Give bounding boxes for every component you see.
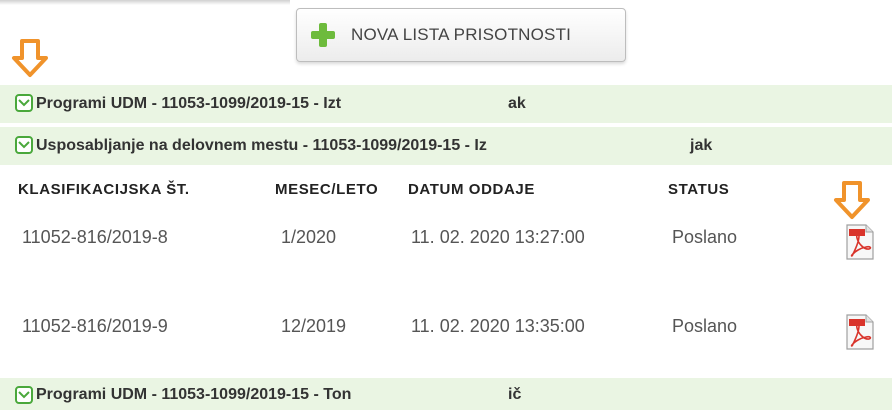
arrow-down-icon: [12, 39, 48, 77]
chevron-down-icon[interactable]: [15, 136, 33, 154]
chevron-down-icon[interactable]: [15, 386, 33, 404]
group-title: Programi UDM - 11053-1099/2019-15 - Izt: [36, 95, 342, 112]
group-title: Programi UDM - 11053-1099/2019-15 - Ton: [36, 386, 352, 403]
group-title-suffix: ič: [508, 386, 522, 403]
column-header-klasifikacija: KLASIFIKACIJSKA ŠT.: [18, 181, 190, 198]
pdf-icon[interactable]: [845, 224, 875, 260]
group-title-suffix: jak: [690, 137, 713, 154]
group-row-usposabljanje[interactable]: Usposabljanje na delovnem mestu - 11053-…: [0, 127, 892, 165]
top-edge: [0, 0, 290, 5]
new-attendance-list-label: NOVA LISTA PRISOTNOSTI: [351, 25, 572, 44]
plus-icon: [311, 23, 335, 47]
arrow-down-icon: [834, 181, 870, 219]
cell-klasifikacija: 11052-816/2019-8: [22, 227, 168, 247]
cell-status: Poslano: [672, 227, 738, 247]
cell-mesec: 1/2020: [281, 227, 337, 247]
pdf-icon[interactable]: [845, 314, 875, 350]
column-header-status: STATUS: [668, 181, 730, 198]
group-title: Usposabljanje na delovnem mestu - 11053-…: [36, 137, 487, 154]
group-title-suffix: ak: [508, 95, 526, 112]
new-attendance-list-button[interactable]: NOVA LISTA PRISOTNOSTI: [296, 8, 626, 62]
chevron-down-icon[interactable]: [15, 94, 33, 112]
cell-mesec: 12/2019: [281, 316, 347, 336]
column-header-mesec: MESEC/LETO: [275, 181, 379, 198]
group-row-programi-udm-2[interactable]: Programi UDM - 11053-1099/2019-15 - Ton …: [0, 378, 892, 410]
cell-klasifikacija: 11052-816/2019-9: [22, 316, 168, 336]
cell-datum: 11. 02. 2020 13:35:00: [411, 316, 585, 336]
group-row-programi-udm[interactable]: Programi UDM - 11053-1099/2019-15 - Izt …: [0, 85, 892, 123]
cell-datum: 11. 02. 2020 13:27:00: [411, 227, 585, 247]
cell-status: Poslano: [672, 316, 738, 336]
column-header-datum: DATUM ODDAJE: [408, 181, 535, 198]
